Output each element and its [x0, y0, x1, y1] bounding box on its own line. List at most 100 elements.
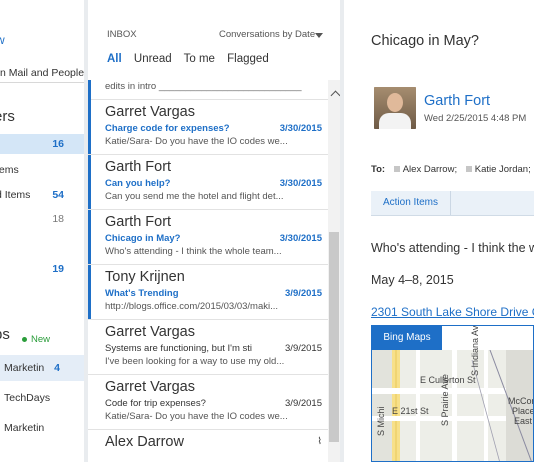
unread-count: 54 [52, 189, 64, 201]
message-date: 3/30/2015 [279, 233, 322, 244]
message-date: 3/9/2015 [285, 288, 322, 299]
message-preview: Who's attending - I think the whole team… [105, 246, 282, 257]
group-label: Marketin [4, 362, 45, 374]
list-item[interactable]: Garret Vargas Charge code for expenses? … [88, 100, 328, 155]
search-mail-and-people[interactable]: n Mail and People [0, 64, 84, 83]
message-sender: Garret Vargas [105, 324, 195, 340]
message-sender: Garth Fort [105, 214, 172, 230]
item-count: 18 [52, 213, 64, 225]
message-subject: What's Trending [105, 288, 179, 299]
chevron-down-icon[interactable] [315, 33, 323, 38]
bing-map[interactable]: Bing Maps S Michi E Cullerton St E 21st … [371, 325, 534, 462]
filter-flagged[interactable]: Flagged [227, 53, 269, 65]
sent-timestamp: Wed 2/25/2015 4:48 PM [424, 113, 527, 124]
group-item-marketing-2[interactable]: Marketin [0, 415, 84, 441]
message-sender: Garth Fort [105, 159, 172, 175]
message-date: 3/9/2015 [285, 398, 322, 409]
to-label: To: [371, 164, 386, 175]
message-sender: Tony Krijnen [105, 269, 185, 285]
inbox-label: INBOX [107, 29, 137, 40]
message-subject: Code for trip expenses? [105, 398, 206, 409]
list-item[interactable]: Garret Vargas Code for trip expenses? 3/… [88, 375, 328, 430]
message-date: 3/30/2015 [279, 123, 322, 134]
unread-count: 4 [54, 362, 60, 374]
body-text: Who's attending - I think the w [371, 241, 534, 255]
filter-all[interactable]: All [107, 53, 122, 65]
unread-count: 16 [52, 138, 64, 150]
avatar[interactable] [374, 87, 416, 129]
unread-indicator [88, 155, 91, 209]
body-text: May 4–8, 2015 [371, 273, 454, 287]
message-preview: I've been looking for a way to use my ol… [105, 356, 285, 367]
scrollbar-thumb[interactable] [329, 232, 339, 442]
message-preview: http://blogs.office.com/2015/03/03/maki.… [105, 301, 279, 312]
message-preview: edits in intro _________________________… [105, 81, 302, 92]
message-subject: Chicago in May? [105, 233, 181, 244]
addin-bar: Action Items [371, 191, 534, 216]
sender-name[interactable]: Garth Fort [424, 93, 490, 109]
new-group-badge[interactable]: New [22, 334, 50, 345]
folder-item-sent-items[interactable]: tems [0, 160, 84, 180]
map-label: E 21st St [392, 406, 429, 416]
groups-heading[interactable]: ps [0, 326, 10, 343]
unread-count: 19 [52, 263, 64, 275]
plus-icon [22, 336, 27, 342]
list-item[interactable]: edits in intro _________________________… [88, 80, 328, 100]
message-sender: Garret Vargas [105, 379, 195, 395]
list-item[interactable]: Garret Vargas Systems are functioning, b… [88, 320, 328, 375]
list-item[interactable]: Garth Fort Can you help? 3/30/2015 Can y… [88, 155, 328, 210]
message-preview: Katie/Sara- Do you have the IO codes we.… [105, 136, 288, 147]
sort-dropdown[interactable]: Conversations by Date [219, 29, 315, 40]
reading-pane: Chicago in May? Garth Fort Wed 2/25/2015… [344, 0, 534, 462]
filter-bar: All Unread To me Flagged [107, 53, 278, 65]
group-label: Marketin [4, 422, 45, 434]
map-label: Place [512, 406, 534, 416]
folder-item-5[interactable]: › 19 [0, 259, 84, 279]
recipient[interactable]: Alex Darrow; [403, 164, 457, 175]
message-date: 3/30/2015 [279, 178, 322, 189]
action-items-tab[interactable]: Action Items [371, 191, 451, 215]
filter-unread[interactable]: Unread [134, 53, 172, 65]
map-label: S Michi [376, 406, 386, 436]
folder-item-4[interactable]: 18 [0, 209, 84, 229]
group-label: TechDays [4, 392, 51, 404]
map-label: East [514, 416, 533, 426]
message-list: edits in intro _________________________… [88, 80, 328, 462]
message-subject: Can you help? [105, 178, 171, 189]
message-preview: Katie/Sara- Do you have the IO codes we.… [105, 411, 288, 422]
list-item[interactable]: Alex Darrow ⌇ [88, 430, 328, 462]
folder-label: tems [0, 164, 19, 176]
paperclip-icon: ⌇ [317, 436, 322, 447]
folder-item-deleted-items[interactable]: d Items 54 [0, 185, 84, 205]
message-sender: Alex Darrow [105, 434, 184, 450]
message-subject-heading: Chicago in May? [371, 33, 479, 49]
folder-label: d Items [0, 189, 31, 201]
folder-item-inbox[interactable]: 16 [0, 134, 84, 154]
recipient[interactable]: Katie Jordan; [475, 164, 531, 175]
message-preview: Can you send me the hotel and flight det… [105, 191, 284, 202]
list-item[interactable]: Garth Fort Chicago in May? 3/30/2015 Who… [88, 210, 328, 265]
map-label: S Indiana Ave [470, 325, 480, 376]
folder-pane: w n Mail and People ers 16 tems d Items … [0, 0, 84, 462]
unread-indicator [88, 100, 91, 154]
bing-maps-tab[interactable]: Bing Maps [372, 326, 442, 350]
message-date: 3/9/2015 [285, 343, 322, 354]
map-label: McCorm [508, 396, 533, 406]
unread-indicator [88, 265, 91, 319]
unread-indicator [88, 210, 91, 264]
recipients-row: To: Alex Darrow; Katie Jordan; [371, 164, 534, 175]
new-mail-link[interactable]: w [0, 33, 5, 47]
message-list-pane: INBOX Conversations by Date All Unread T… [88, 0, 340, 462]
list-item[interactable]: Tony Krijnen What's Trending 3/9/2015 ht… [88, 265, 328, 320]
filter-to-me[interactable]: To me [184, 53, 215, 65]
message-subject: Systems are functioning, but I'm sti [105, 343, 253, 354]
group-item-marketing[interactable]: Marketin 4 [0, 355, 84, 381]
folders-heading[interactable]: ers [0, 108, 15, 125]
group-item-techdays[interactable]: TechDays [0, 385, 84, 411]
person-icon [465, 166, 472, 173]
message-sender: Garret Vargas [105, 104, 195, 120]
address-link[interactable]: 2301 South Lake Shore Drive C [371, 305, 534, 319]
person-icon [393, 166, 400, 173]
unread-indicator [88, 80, 91, 100]
message-subject: Charge code for expenses? [105, 123, 230, 134]
